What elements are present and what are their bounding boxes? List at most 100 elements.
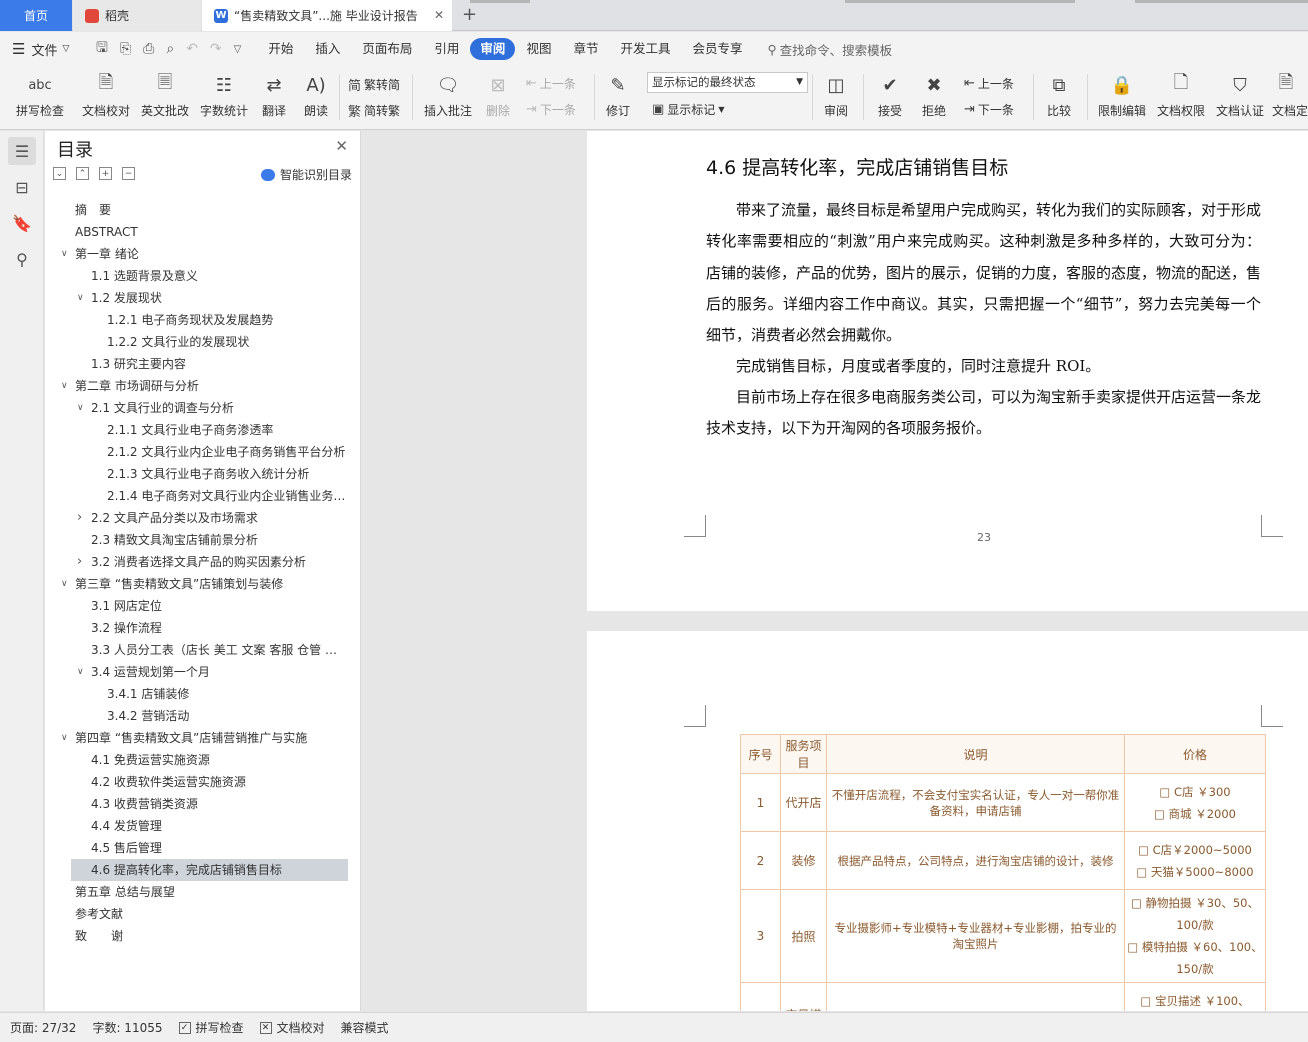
tab-member[interactable]: 会员专享	[681, 38, 753, 60]
restrict-edit-button[interactable]: 🔒 限制编辑	[1096, 66, 1148, 119]
prev-change-button[interactable]: ⇤ 上一条	[964, 75, 1014, 92]
review-pane-button[interactable]: ◫ 审阅	[818, 66, 854, 119]
toc-item[interactable]: 2.1.3 文具行业电子商务收入统计分析	[45, 463, 361, 485]
print-preview-icon[interactable]: ⌕	[166, 41, 174, 57]
chevron-down-icon[interactable]: ∨	[77, 287, 84, 309]
chevron-right-icon[interactable]: ›	[77, 507, 82, 529]
trad-to-simp-button[interactable]: 简繁转简	[348, 75, 400, 94]
accept-button[interactable]: ✔ 接受	[872, 66, 908, 119]
tab-chapter[interactable]: 章节	[562, 38, 609, 60]
redo-icon[interactable]: ↷	[210, 41, 222, 57]
undo-icon[interactable]: ↶	[186, 41, 198, 57]
toc-item[interactable]: › 2.2 文具产品分类以及市场需求	[45, 507, 361, 529]
next-comment-button[interactable]: ⇥ 下一条	[526, 101, 576, 118]
file-menu[interactable]: ☰ 文件 ▽	[0, 40, 86, 59]
chevron-right-icon[interactable]: ›	[77, 551, 82, 573]
chevron-down-icon[interactable]: ∨	[61, 573, 68, 595]
close-icon[interactable]: ✕	[434, 8, 444, 22]
toc-item[interactable]: ∨ 第三章 “售卖精致文具”店铺策划与装修	[45, 573, 361, 595]
next-change-button[interactable]: ⇥ 下一条	[964, 101, 1014, 118]
toc-item[interactable]: 摘 要	[45, 199, 361, 221]
customize-icon[interactable]: ▽	[234, 44, 242, 55]
page[interactable]: 序号 服务项目 说明 价格 1 代开店 不懂开店流程，不会支付宝实名认证，专人一对一…	[587, 631, 1308, 1011]
tab-insert[interactable]: 插入	[304, 38, 351, 60]
tab-page-layout[interactable]: 页面布局	[351, 38, 423, 60]
toc-item[interactable]: 参考文献	[45, 903, 361, 925]
search-icon[interactable]: ⚲	[8, 245, 36, 273]
translate-button[interactable]: ⇄ 翻译	[256, 66, 292, 119]
toc-item[interactable]: 致 谢	[45, 925, 361, 947]
document-canvas[interactable]: 4.6 提高转化率，完成店铺销售目标 带来了流量，最终目标是希望用户完成购买，转…	[362, 131, 1308, 1011]
command-search[interactable]: ⚲ 查找命令、搜索模板	[768, 40, 893, 59]
track-changes-button[interactable]: ✎ 修订	[600, 66, 636, 119]
toc-item[interactable]: ∨ 1.2 发展现状	[45, 287, 361, 309]
tab-start[interactable]: 开始	[257, 38, 304, 60]
toc-item[interactable]: 1.2.1 电子商务现状及发展趋势	[45, 309, 361, 331]
toc-item[interactable]: 2.1.2 文具行业内企业电子商务销售平台分析	[45, 441, 361, 463]
toc-item[interactable]: 4.6 提高转化率，完成店铺销售目标	[71, 859, 348, 881]
toc-item[interactable]: 3.4.2 营销活动	[45, 705, 361, 727]
spell-check-button[interactable]: abc 拼写检查	[10, 66, 70, 119]
show-markup-button[interactable]: ▣ 显示标记 ▼	[652, 101, 724, 118]
export-icon[interactable]: ⎘	[120, 41, 131, 57]
word-count-indicator[interactable]: 字数: 11055	[92, 1019, 162, 1036]
toc-item[interactable]: 2.1.4 电子商务对文具行业内企业销售业务的影响	[45, 485, 361, 507]
prev-comment-button[interactable]: ⇤ 上一条	[526, 75, 576, 92]
toc-item[interactable]: 4.2 收费软件类运营实施资源	[45, 771, 361, 793]
new-tab-icon[interactable]: +	[462, 4, 477, 25]
smart-toc-button[interactable]: 智能识别目录	[260, 166, 352, 183]
en-review-button[interactable]: 🗏 英文批改	[140, 66, 190, 119]
tab-document[interactable]: W “售卖精致文具”...施 毕业设计报告 ✕	[202, 0, 452, 31]
simp-to-trad-button[interactable]: 繁简转繁	[348, 101, 400, 120]
chevron-down-icon[interactable]: ∨	[61, 375, 68, 397]
tab-references[interactable]: 引用	[423, 38, 470, 60]
tab-view[interactable]: 视图	[515, 38, 562, 60]
toc-item[interactable]: 3.2 操作流程	[45, 617, 361, 639]
tab-daoke[interactable]: 稻壳	[73, 0, 201, 31]
toc-item[interactable]: 3.4.1 店铺装修	[45, 683, 361, 705]
chevron-down-icon[interactable]: ∨	[61, 243, 68, 265]
doc-permission-button[interactable]: 🗋 文档权限	[1155, 66, 1207, 119]
chevron-down-icon[interactable]: ∨	[61, 727, 68, 749]
delete-comment-button[interactable]: ⊠ 删除	[480, 66, 516, 119]
toc-item[interactable]: 3.3 人员分工表（店长 美工 文案 客服 仓管 推广）	[45, 639, 361, 661]
read-aloud-button[interactable]: A) 朗读	[300, 66, 332, 119]
tab-home[interactable]: 首页	[0, 0, 72, 31]
add-level-icon[interactable]: +	[99, 167, 112, 180]
expand-all-icon[interactable]: ⌃	[76, 167, 89, 180]
toc-item[interactable]: ∨ 第二章 市场调研与分析	[45, 375, 361, 397]
toc-item[interactable]: ∨ 第四章 “售卖精致文具”店铺营销推广与实施	[45, 727, 361, 749]
save-icon[interactable]: 🖫	[96, 37, 108, 61]
remove-level-icon[interactable]: −	[122, 167, 135, 180]
spell-check-toggle[interactable]: ✓ 拼写检查	[178, 1019, 244, 1036]
toc-item[interactable]: 2.3 精致文具淘宝店铺前景分析	[45, 529, 361, 551]
doc-proof-toggle[interactable]: ✕ 文档校对	[259, 1019, 325, 1036]
toc-item[interactable]: 3.1 网店定位	[45, 595, 361, 617]
toc-item[interactable]: 4.5 售后管理	[45, 837, 361, 859]
toc-item[interactable]: 4.3 收费营销类资源	[45, 793, 361, 815]
toc-item[interactable]: 1.2.2 文具行业的发展现状	[45, 331, 361, 353]
toc-item[interactable]: ∨ 2.1 文具行业的调查与分析	[45, 397, 361, 419]
toc-item[interactable]: ABSTRACT	[45, 221, 361, 243]
toc-item[interactable]: 第五章 总结与展望	[45, 881, 361, 903]
reject-button[interactable]: ✖ 拒绝	[916, 66, 952, 119]
bookmark-icon[interactable]: 🔖	[8, 209, 36, 237]
toc-item[interactable]: 1.1 选题背景及意义	[45, 265, 361, 287]
word-count-button[interactable]: ☷ 字数统计	[198, 66, 250, 119]
print-icon[interactable]: ⎙	[143, 41, 154, 57]
toc-item[interactable]: ∨ 第一章 绪论	[45, 243, 361, 265]
toc-item[interactable]: › 3.2 消费者选择文具产品的购买因素分析	[45, 551, 361, 573]
chapter-nav-icon[interactable]: ⊟	[8, 173, 36, 201]
insert-comment-button[interactable]: 🗨 插入批注	[420, 66, 476, 119]
toc-item[interactable]: ∨ 3.4 运营规划第一个月	[45, 661, 361, 683]
toc-item[interactable]: 4.4 发货管理	[45, 815, 361, 837]
compare-button[interactable]: ⧉ 比较	[1040, 66, 1078, 119]
doc-final-button[interactable]: 🗎 文档定	[1272, 66, 1308, 119]
tab-review[interactable]: 审阅	[470, 38, 516, 60]
markup-state-select[interactable]: 显示标记的最终状态 ▼	[647, 72, 808, 93]
toc-item[interactable]: 1.3 研究主要内容	[45, 353, 361, 375]
tab-developer[interactable]: 开发工具	[609, 38, 681, 60]
chevron-down-icon[interactable]: ∨	[77, 397, 84, 419]
chevron-down-icon[interactable]: ∨	[77, 661, 84, 683]
close-icon[interactable]: ✕	[335, 137, 348, 155]
